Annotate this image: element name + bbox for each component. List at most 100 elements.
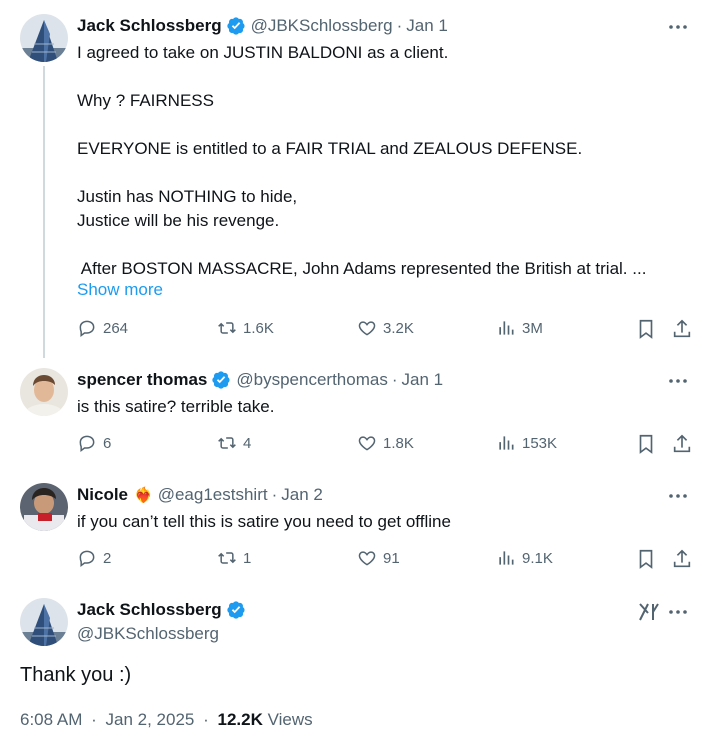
- repost-icon: [218, 322, 236, 334]
- author-name[interactable]: Jack Schlossberg: [77, 16, 222, 36]
- share-button[interactable]: [671, 318, 693, 340]
- like-button[interactable]: 3.2K: [357, 318, 414, 338]
- grok-icon[interactable]: [637, 600, 661, 624]
- tweet-text: if you can’t tell this is satire you nee…: [77, 512, 451, 531]
- separator: ·: [203, 710, 209, 729]
- repost-icon: [218, 437, 236, 449]
- like-count: 91: [383, 549, 400, 567]
- like-icon: [358, 551, 376, 566]
- more-icon: [669, 379, 687, 383]
- tweet-date[interactable]: Jan 1: [402, 370, 444, 390]
- tweet-header: spencer thomas @byspencerthomas · Jan 1: [77, 368, 650, 392]
- share-icon: [673, 319, 691, 338]
- views-count: 153K: [522, 434, 558, 452]
- repost-count: 1: [243, 549, 252, 567]
- reply-button[interactable]: 6: [77, 433, 111, 453]
- action-bar: 2 1 91 9.1K: [77, 548, 692, 572]
- share-icon: [673, 434, 691, 453]
- bookmark-icon: [639, 434, 653, 454]
- tweet-header: Jack Schlossberg @JBKSchlossberg · Jan 1: [77, 14, 650, 38]
- focus-time[interactable]: 6:08 AM: [20, 710, 82, 729]
- like-icon: [358, 436, 376, 451]
- views-button[interactable]: 9.1K: [496, 548, 553, 568]
- more-button[interactable]: [664, 602, 692, 622]
- author-name[interactable]: Nicole: [77, 485, 128, 505]
- tweet-line: Justice will be his revenge.: [77, 211, 280, 230]
- reply-count: 2: [103, 549, 112, 567]
- tweet-date[interactable]: Jan 1: [406, 16, 448, 36]
- bookmark-button[interactable]: [635, 548, 657, 570]
- repost-button[interactable]: 4: [217, 433, 251, 453]
- repost-count: 1.6K: [243, 319, 274, 337]
- focus-views-count: 12.2K: [217, 710, 263, 729]
- tweet-3[interactable]: Nicole ❤️‍🔥 @eag1estshirt · Jan 2 if you…: [0, 475, 710, 590]
- action-bar: 264 1.6K 3.2K 3M: [77, 318, 692, 342]
- avatar-jack-focus[interactable]: [20, 598, 68, 646]
- repost-button[interactable]: 1.6K: [217, 318, 274, 338]
- reply-icon: [79, 320, 95, 337]
- like-count: 3.2K: [383, 319, 414, 337]
- reply-button[interactable]: 264: [77, 318, 128, 338]
- separator: ·: [396, 16, 403, 35]
- focus-author-name[interactable]: Jack Schlossberg: [77, 600, 222, 620]
- repost-button[interactable]: 1: [217, 548, 251, 568]
- more-icon: [669, 610, 687, 614]
- bookmark-button[interactable]: [635, 433, 657, 455]
- more-icon: [669, 25, 687, 29]
- views-count: 3M: [522, 319, 543, 337]
- views-icon: [499, 551, 514, 565]
- avatar-nicole[interactable]: [20, 483, 68, 531]
- like-button[interactable]: 91: [357, 548, 400, 568]
- like-icon: [358, 321, 376, 336]
- bookmark-icon: [639, 319, 653, 339]
- tweet-line: EVERYONE is entitled to a FAIR TRIAL and…: [77, 139, 583, 158]
- share-button[interactable]: [671, 433, 693, 455]
- author-handle[interactable]: @eag1estshirt: [158, 485, 268, 505]
- tweet-line: Justin has NOTHING to hide,: [77, 187, 298, 206]
- tweet-line: I agreed to take on JUSTIN BALDONI as a …: [77, 43, 449, 62]
- views-icon: [499, 321, 514, 335]
- tweet-1[interactable]: Jack Schlossberg @JBKSchlossberg · Jan 1…: [0, 0, 710, 360]
- reply-count: 6: [103, 434, 112, 452]
- focus-date[interactable]: Jan 2, 2025: [106, 710, 195, 729]
- tweet-2[interactable]: spencer thomas @byspencerthomas · Jan 1 …: [0, 360, 710, 475]
- verified-badge-icon: [226, 601, 245, 619]
- reply-icon: [79, 435, 95, 452]
- author-handle[interactable]: @byspencerthomas: [236, 370, 387, 390]
- repost-count: 4: [243, 434, 252, 452]
- more-button[interactable]: [664, 17, 692, 37]
- tweet-line: After BOSTON MASSACRE, John Adams repres…: [77, 259, 647, 278]
- verified-badge-icon: [212, 371, 230, 389]
- reply-button[interactable]: 2: [77, 548, 111, 568]
- more-button[interactable]: [664, 371, 692, 391]
- thread-line: [43, 66, 45, 358]
- verified-badge-icon: [226, 17, 245, 35]
- separator: ·: [391, 370, 398, 389]
- tweet-line-blank: [77, 233, 682, 257]
- views-button[interactable]: 153K: [496, 433, 557, 453]
- reply-count: 264: [103, 319, 129, 337]
- share-button[interactable]: [671, 548, 693, 570]
- avatar-spencer[interactable]: [20, 368, 68, 416]
- focus-tweet-text: Thank you :): [20, 664, 132, 686]
- tweet-text: I agreed to take on JUSTIN BALDONI as a …: [77, 41, 682, 281]
- author-handle[interactable]: @JBKSchlossberg: [251, 16, 393, 36]
- more-button[interactable]: [664, 486, 692, 506]
- bookmark-icon: [639, 549, 653, 569]
- like-count: 1.8K: [383, 434, 414, 452]
- share-icon: [673, 549, 691, 568]
- like-button[interactable]: 1.8K: [357, 433, 414, 453]
- views-count: 9.1K: [522, 549, 553, 567]
- bookmark-button[interactable]: [635, 318, 657, 340]
- tweet-header: Nicole ❤️‍🔥 @eag1estshirt · Jan 2: [77, 483, 650, 507]
- focus-views-label: Views: [267, 710, 313, 729]
- show-more-link[interactable]: Show more: [77, 280, 163, 300]
- author-name[interactable]: spencer thomas: [77, 370, 207, 390]
- focus-meta: 6:08 AM · Jan 2, 2025 · 12.2K Views: [20, 710, 313, 730]
- tweet-date[interactable]: Jan 2: [281, 485, 323, 505]
- views-button[interactable]: 3M: [496, 318, 543, 338]
- avatar-jack[interactable]: [20, 14, 68, 62]
- focus-author-handle[interactable]: @JBKSchlossberg: [77, 624, 219, 644]
- name-emoji: ❤️‍🔥: [134, 487, 153, 504]
- tweet-line: Why ? FAIRNESS: [77, 91, 214, 110]
